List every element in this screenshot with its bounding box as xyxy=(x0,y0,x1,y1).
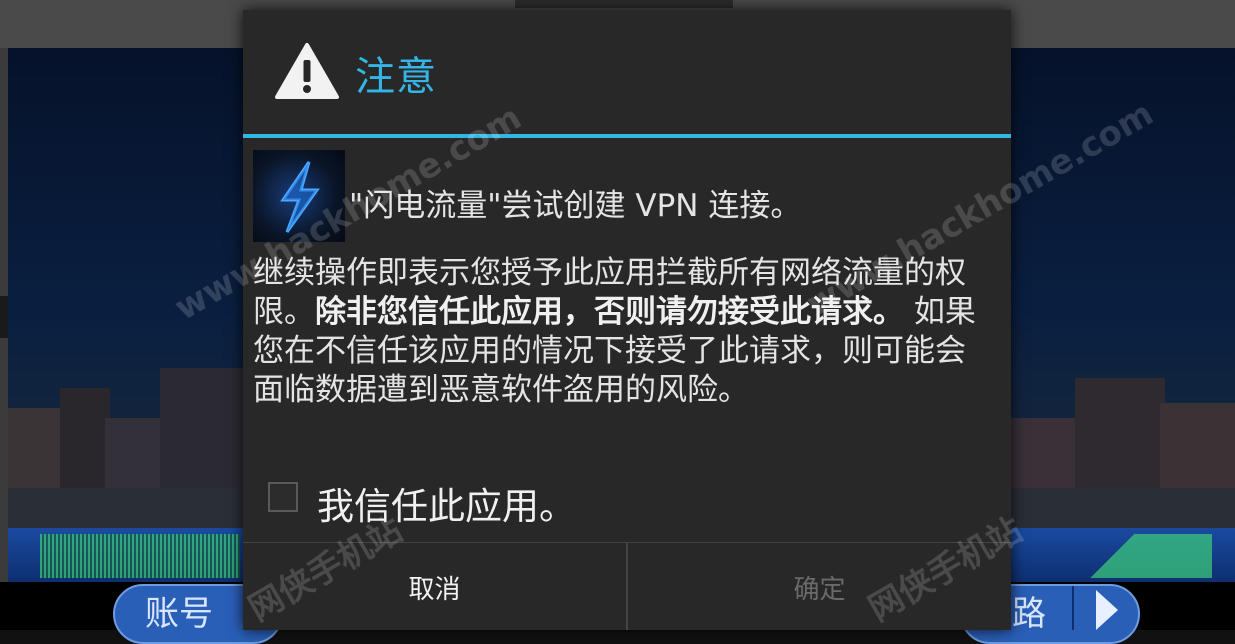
vpn-warning-dialog: 注意 "闪电流量"尝试创建 VPN 连接。 继续操作即表示您授予此应用拦截所有网… xyxy=(243,10,1011,630)
play-arrow-icon xyxy=(1096,590,1118,630)
cancel-button[interactable]: 取消 xyxy=(243,543,626,630)
background-side-tab xyxy=(0,296,8,338)
background-top-handle xyxy=(515,0,733,8)
warning-emphasis: 除非您信任此应用，否则请勿接受此请求。 xyxy=(315,294,904,330)
title-divider xyxy=(243,134,1011,138)
trust-app-checkbox[interactable] xyxy=(268,482,298,512)
warning-triangle-icon xyxy=(275,42,339,100)
permission-warning-text: 继续操作即表示您授予此应用拦截所有网络流量的权限。除非您信任此应用，否则请勿接受… xyxy=(253,254,993,410)
dialog-header: 注意 xyxy=(243,10,1011,134)
background-speed-meter-left xyxy=(40,534,240,578)
confirm-button[interactable]: 确定 xyxy=(628,543,1011,630)
background-route-separator xyxy=(1072,586,1074,630)
background-speed-meter-right xyxy=(1012,534,1212,578)
vpn-request-message: "闪电流量"尝试创建 VPN 连接。 xyxy=(349,180,801,225)
background-left-edge xyxy=(0,48,8,630)
trust-app-label[interactable]: 我信任此应用。 xyxy=(317,476,576,530)
lightning-app-icon xyxy=(253,150,345,242)
dialog-title: 注意 xyxy=(355,44,437,102)
